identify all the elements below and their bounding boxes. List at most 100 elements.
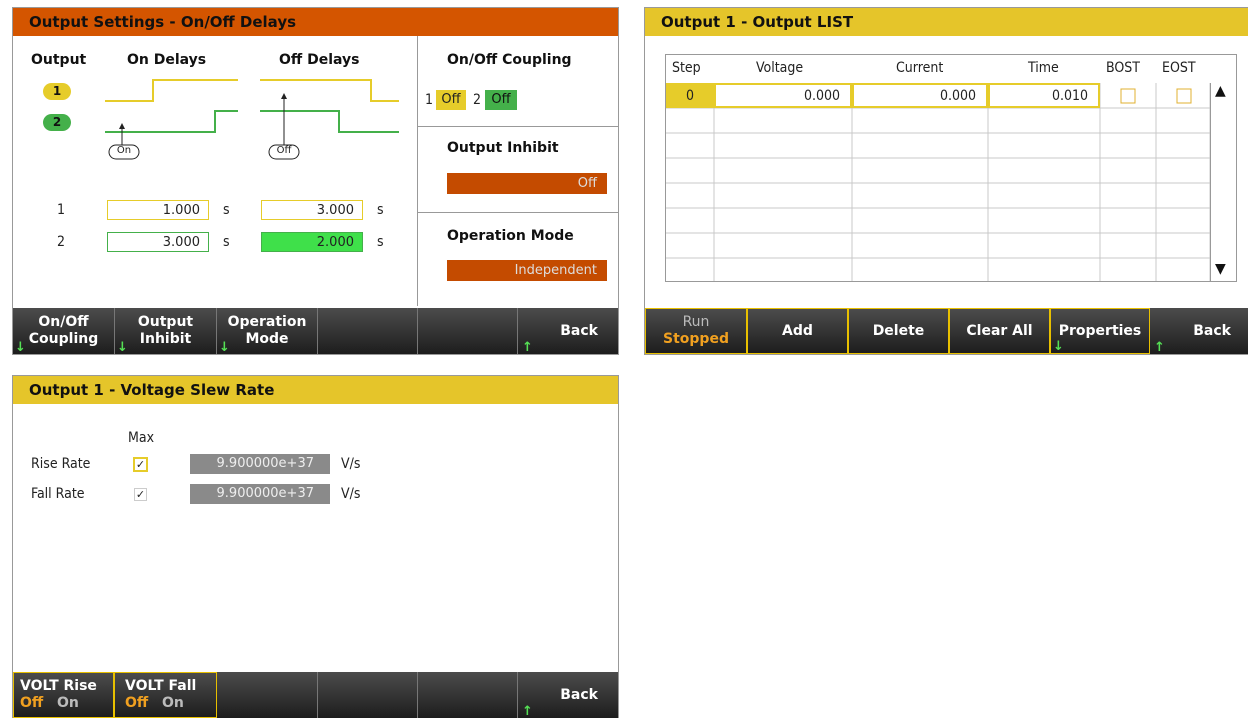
blank-softkey-2[interactable] <box>318 672 418 718</box>
delay-timing-diagram <box>105 79 399 160</box>
clear-all-softkey[interactable]: Clear All <box>949 308 1050 354</box>
output-1-on-delay-unit: s <box>223 202 230 218</box>
list-table: Step Voltage Current Time BOST EOST 0 0.… <box>665 54 1237 282</box>
back-softkey[interactable]: Back ↑ <box>518 672 618 719</box>
output-1-off-delay-unit: s <box>377 202 384 218</box>
delete-softkey[interactable]: Delete <box>848 308 949 354</box>
on-delays-header: On Delays <box>127 52 207 68</box>
row-0-time[interactable]: 0.010 <box>988 88 1088 104</box>
output-2-off-delay-field[interactable]: 2.000 <box>261 232 363 252</box>
add-label: Add <box>782 322 813 339</box>
back-softkey[interactable]: Back ↑ <box>518 308 618 355</box>
volt-fall-softkey[interactable]: VOLT Fall Off On <box>114 672 217 718</box>
back-softkey[interactable]: Back ↑ <box>1150 308 1248 355</box>
properties-softkey[interactable]: Properties ↓ <box>1050 308 1150 354</box>
volt-rise-softkey[interactable]: VOLT Rise Off On <box>13 672 114 718</box>
coupling-1-num: 1 <box>425 92 434 108</box>
off-option: Off <box>20 695 44 711</box>
run-softkey[interactable]: Run Stopped <box>645 308 747 354</box>
row-0-eost-checkbox[interactable] <box>1177 89 1191 103</box>
output-2-on-delay-field[interactable]: 3.000 <box>107 232 209 252</box>
header-step: Step <box>672 60 701 76</box>
panel-title: Output Settings - On/Off Delays <box>13 8 618 36</box>
row-0-bost-checkbox[interactable] <box>1121 89 1135 103</box>
scroll-down-icon[interactable]: ▼ <box>1215 261 1226 277</box>
scroll-up-icon[interactable]: ▲ <box>1215 83 1226 99</box>
fall-rate-value[interactable]: 9.900000e+37 <box>190 484 330 504</box>
arrow-down-icon: ↓ <box>1053 339 1064 354</box>
run-state: Stopped <box>663 331 729 347</box>
output-1-badge: 1 <box>43 83 71 100</box>
on-option: On <box>162 695 184 711</box>
blank-softkey-3[interactable] <box>418 672 518 718</box>
rise-rate-value[interactable]: 9.900000e+37 <box>190 454 330 474</box>
output-column-header: Output <box>31 52 87 68</box>
mode-value[interactable]: Independent <box>447 260 607 281</box>
softkey-line2: Inhibit <box>139 331 192 347</box>
slew-panel: Output 1 - Voltage Slew Rate Max Rise Ra… <box>12 375 619 719</box>
inhibit-softkey[interactable]: Output Inhibit ↓ <box>115 308 217 355</box>
right-divider <box>417 36 418 306</box>
header-eost: EOST <box>1162 60 1196 76</box>
coupling-softkey[interactable]: On/Off Coupling ↓ <box>13 308 115 355</box>
coupling-2-num: 2 <box>473 92 482 108</box>
panel-title: Output 1 - Output LIST <box>645 8 1248 36</box>
softkey-line1: Operation <box>227 314 307 330</box>
blank-softkey-1[interactable] <box>217 672 318 718</box>
row-0-voltage[interactable]: 0.000 <box>714 88 840 104</box>
arrow-up-icon: ↑ <box>1154 340 1165 355</box>
output-2-badge: 2 <box>43 114 71 131</box>
fall-rate-unit: V/s <box>341 486 361 502</box>
check-icon: ✓ <box>135 488 146 501</box>
output-2-on-delay-unit: s <box>223 234 230 250</box>
back-label: Back <box>1193 322 1231 339</box>
arrow-up-icon: ↑ <box>522 704 533 719</box>
inhibit-value[interactable]: Off <box>447 173 607 194</box>
run-label: Run <box>682 314 710 330</box>
output-1-off-delay-field[interactable]: 3.000 <box>261 200 363 220</box>
max-label: Max <box>128 430 155 446</box>
mode-softkey[interactable]: Operation Mode ↓ <box>217 308 318 355</box>
header-current: Current <box>896 60 944 76</box>
softkey-line1: On/Off <box>38 314 89 330</box>
header-time: Time <box>1028 60 1059 76</box>
row-0-current[interactable]: 0.000 <box>852 88 976 104</box>
blank-softkey-2[interactable] <box>418 308 518 354</box>
inhibit-title: Output Inhibit <box>447 140 559 156</box>
softkey-line2: Coupling <box>28 331 99 347</box>
fall-max-checkbox[interactable]: ✓ <box>134 488 147 501</box>
scrollbar[interactable]: ▲ ▼ <box>1210 83 1236 281</box>
header-bost: BOST <box>1106 60 1140 76</box>
arrow-down-icon: ↓ <box>15 340 26 355</box>
list-panel: Output 1 - Output LIST Step Voltage Curr… <box>644 7 1248 355</box>
coupling-1-value: Off <box>436 90 466 110</box>
arrow-down-icon: ↓ <box>117 340 128 355</box>
section-divider-1 <box>417 126 618 127</box>
output-1-on-delay-field[interactable]: 1.000 <box>107 200 209 220</box>
arrow-up-icon: ↑ <box>522 340 533 355</box>
back-label: Back <box>560 322 598 339</box>
row-1-label: 1 <box>57 202 66 218</box>
arrow-down-icon: ↓ <box>219 340 230 355</box>
rise-rate-unit: V/s <box>341 456 361 472</box>
row-0-step[interactable]: 0 <box>686 88 694 104</box>
properties-label: Properties <box>1058 322 1142 339</box>
off-marker: Off <box>276 145 292 156</box>
softkey-line2: Mode <box>245 331 289 347</box>
rise-max-checkbox[interactable]: ✓ <box>133 457 148 472</box>
header-voltage: Voltage <box>756 60 804 76</box>
back-label: Back <box>560 686 598 703</box>
off-delays-header: Off Delays <box>279 52 360 68</box>
softkey-line1: Output <box>137 314 194 330</box>
table-grid <box>666 83 1211 281</box>
volt-fall-label: VOLT Fall <box>125 678 197 694</box>
delete-label: Delete <box>872 322 925 339</box>
clear-all-label: Clear All <box>966 322 1033 339</box>
add-softkey[interactable]: Add <box>747 308 848 354</box>
output-2-off-delay-unit: s <box>377 234 384 250</box>
off-option: Off <box>125 695 149 711</box>
fall-rate-label: Fall Rate <box>31 486 85 502</box>
on-option: On <box>57 695 79 711</box>
blank-softkey-1[interactable] <box>318 308 418 354</box>
row-2-label: 2 <box>57 234 66 250</box>
